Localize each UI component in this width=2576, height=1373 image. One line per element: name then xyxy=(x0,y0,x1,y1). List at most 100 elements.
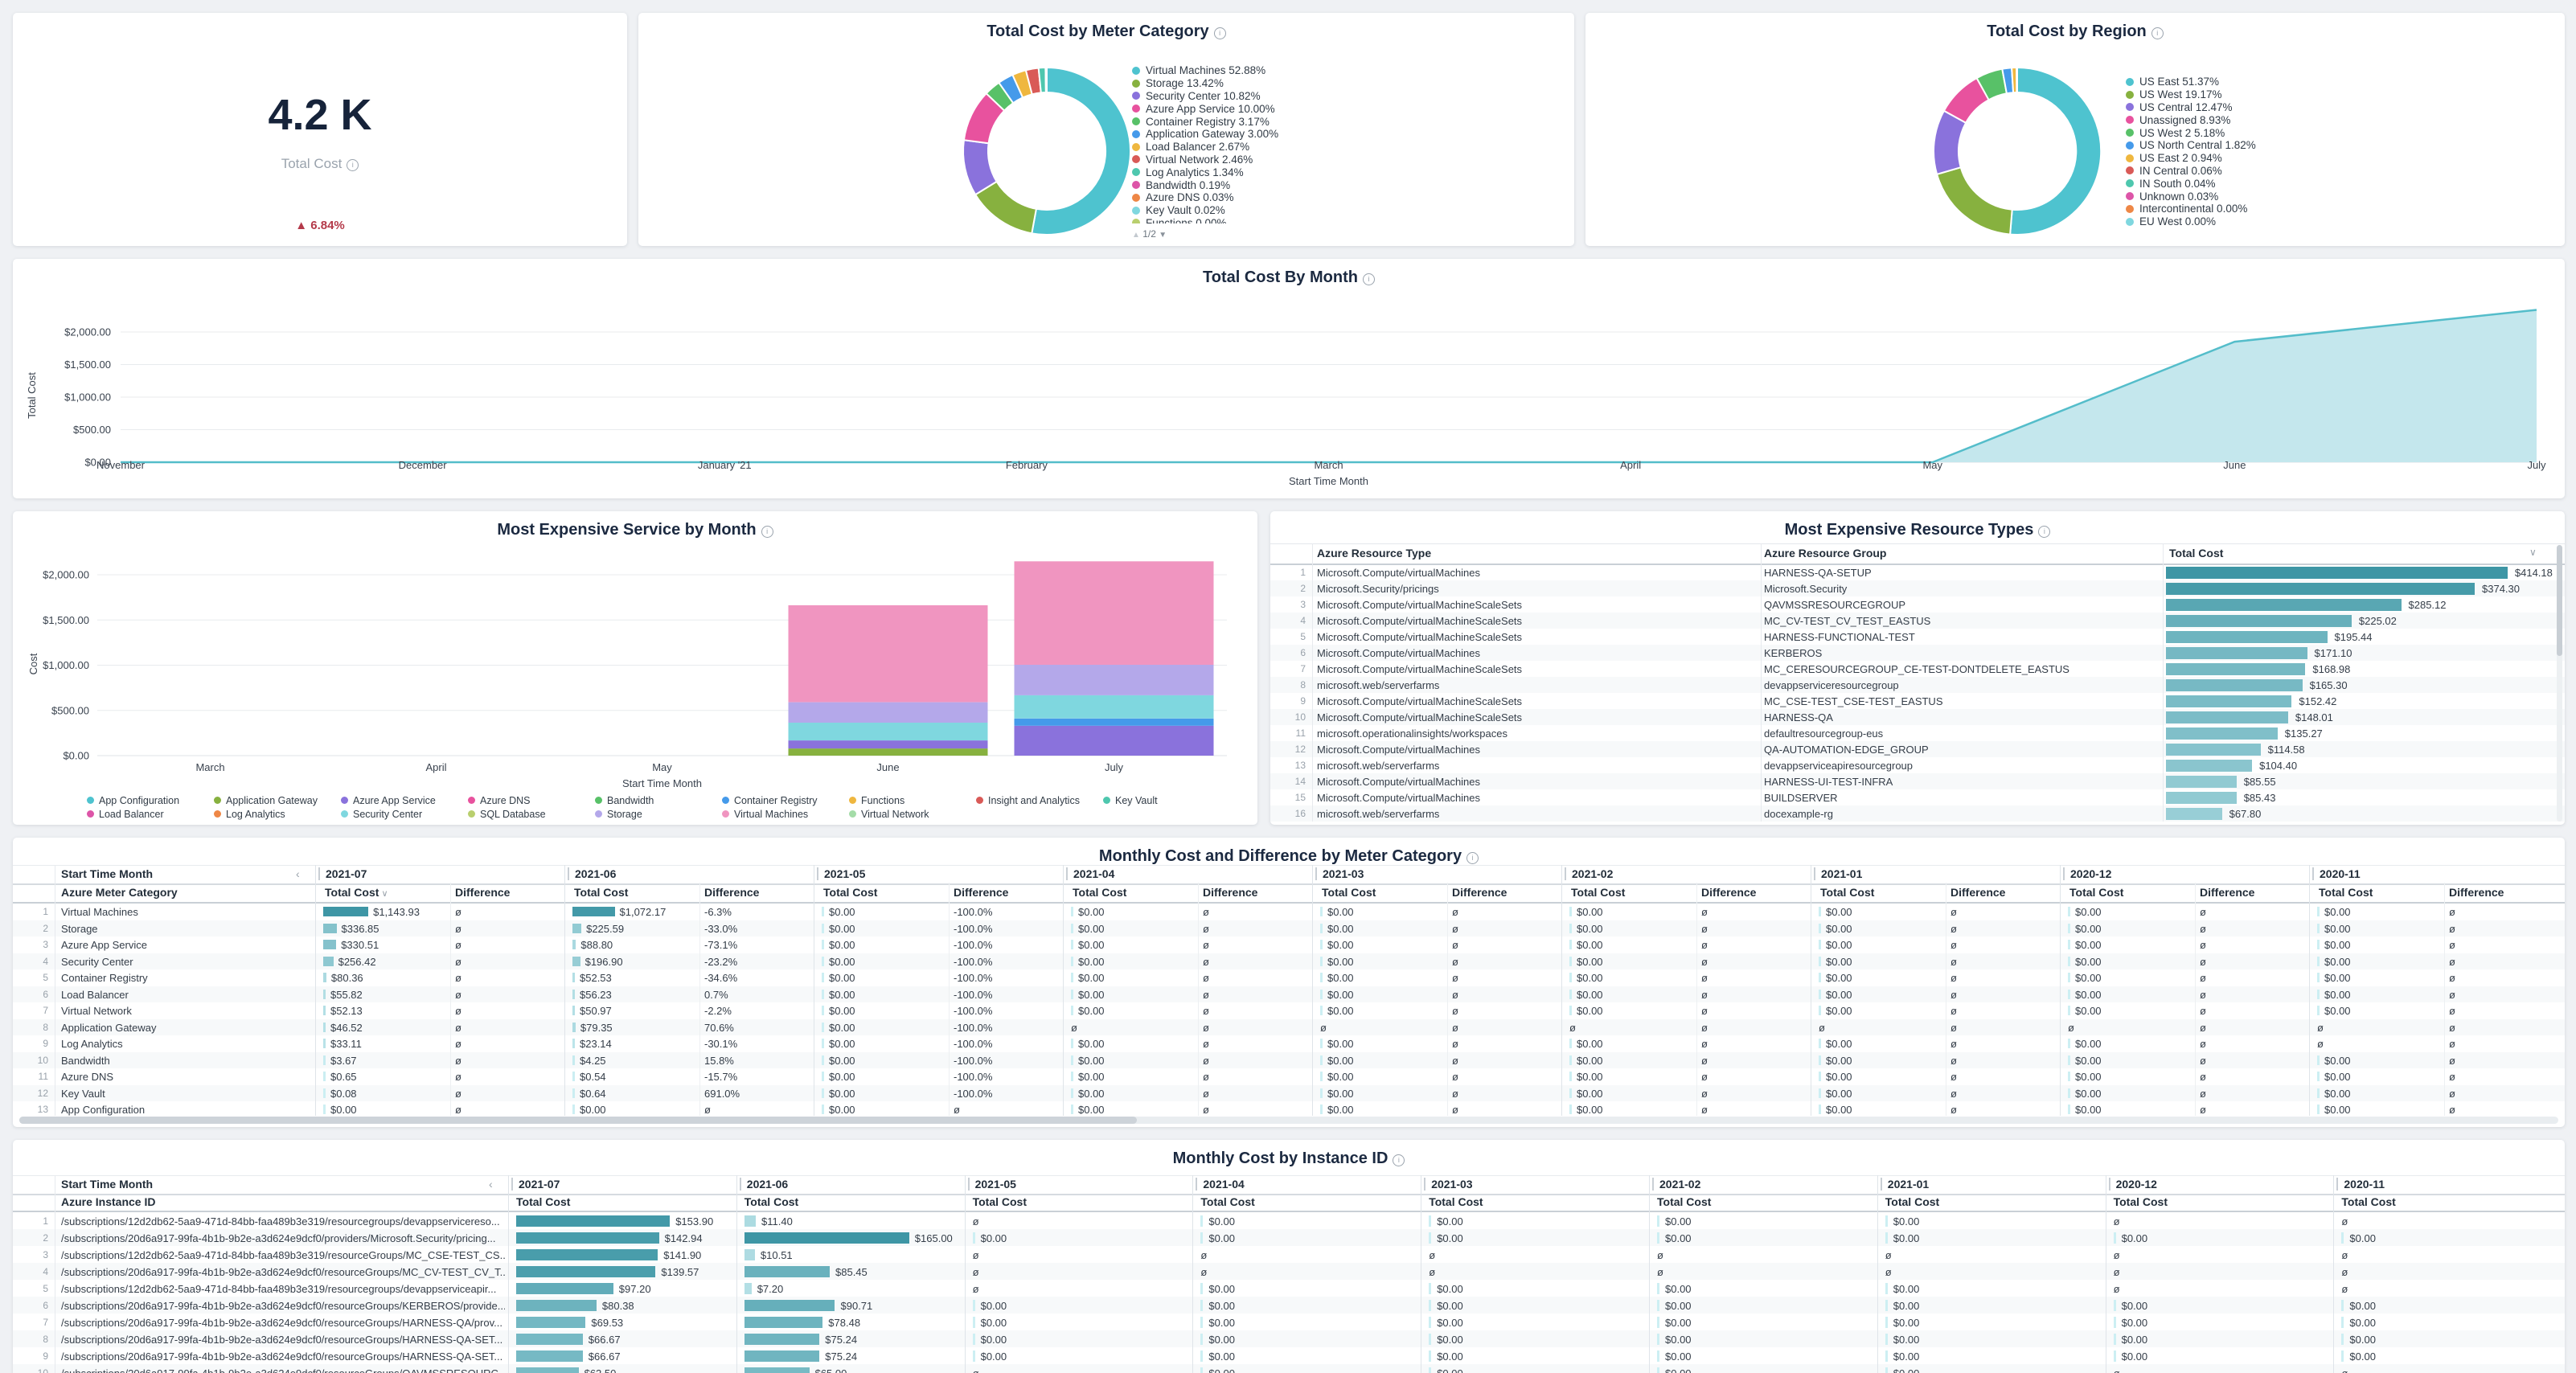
month-header[interactable]: 2021-05 xyxy=(817,867,865,880)
table-row[interactable]: 2Microsoft.Security/pricingsMicrosoft.Se… xyxy=(1270,580,2565,596)
legend-item[interactable]: IN Central 0.06% xyxy=(2126,165,2222,178)
legend-item[interactable]: US West 19.17% xyxy=(2126,88,2222,101)
legend-item[interactable]: Unassigned 8.93% xyxy=(2126,113,2230,126)
table-row[interactable]: 1Virtual Machines$1,143.93ø$1,072.17-6.3… xyxy=(13,904,2565,920)
page-down-icon[interactable]: ▼ xyxy=(1159,231,1167,240)
total-cost-header[interactable]: Total Cost xyxy=(2319,886,2373,899)
legend-item[interactable]: Container Registry 3.17% xyxy=(1132,115,1270,128)
table-row[interactable]: 10Microsoft.Compute/virtualMachineScaleS… xyxy=(1270,709,2565,725)
bar-segment-application-gateway[interactable] xyxy=(789,748,988,756)
bar-segment-security-center[interactable] xyxy=(1015,695,1214,719)
legend-item[interactable]: Azure App Service xyxy=(341,794,436,806)
legend-item[interactable]: EU West 0.00% xyxy=(2126,215,2216,228)
table-row[interactable]: 3/subscriptions/12d2db62-5aa9-471d-84bb-… xyxy=(13,1246,2565,1263)
donut-slice-us-east[interactable] xyxy=(2010,68,2101,235)
legend-item[interactable]: Bandwidth 0.19% xyxy=(1132,178,1230,191)
first-column-header[interactable]: Start Time Month xyxy=(61,1178,153,1191)
legend-item[interactable]: Load Balancer 2.67% xyxy=(1132,141,1249,154)
table-row[interactable]: 11microsoft.operationalinsights/workspac… xyxy=(1270,725,2565,741)
month-header[interactable]: 2021-01 xyxy=(1881,1178,1929,1191)
bar-segment-storage[interactable] xyxy=(1015,665,1214,695)
table-row[interactable]: 11Azure DNS$0.65ø$0.54-15.7%$0.00-100.0%… xyxy=(13,1068,2565,1085)
table-row[interactable]: 9/subscriptions/20d6a917-99fa-4b1b-9b2e-… xyxy=(13,1347,2565,1364)
total-cost-header[interactable]: Total Cost ∨ xyxy=(325,886,388,899)
legend-item[interactable]: US West 2 5.18% xyxy=(2126,126,2225,139)
legend-item[interactable]: Functions 0.00% xyxy=(1132,217,1227,223)
legend-item[interactable]: Virtual Network xyxy=(849,808,929,820)
difference-header[interactable]: Difference xyxy=(1452,886,1507,899)
column-header[interactable]: Azure Resource Group xyxy=(1764,547,1886,559)
bar-segment-azure-app-service[interactable] xyxy=(789,740,988,748)
legend-item[interactable]: Unknown 0.03% xyxy=(2126,190,2218,203)
bar-segment-container-registry[interactable] xyxy=(1015,719,1214,726)
info-icon[interactable]: i xyxy=(347,159,359,171)
table-row[interactable]: 16microsoft.web/serverfarmsdocexample-rg… xyxy=(1270,805,2565,822)
collapse-left-icon[interactable]: ‹ xyxy=(296,867,300,880)
legend-item[interactable]: Key Vault xyxy=(1103,794,1158,806)
bar-segment-azure-app-service[interactable] xyxy=(1015,726,1214,756)
legend-item[interactable]: US Central 12.47% xyxy=(2126,101,2233,114)
legend-item[interactable]: Load Balancer xyxy=(87,808,164,820)
month-header[interactable]: 2020-11 xyxy=(2336,1178,2385,1191)
table-row[interactable]: 13microsoft.web/serverfarmsdevappservice… xyxy=(1270,757,2565,773)
row-header[interactable]: Azure Meter Category xyxy=(61,886,178,899)
table-row[interactable]: 13App Configuration$0.00ø$0.00ø$0.00ø$0.… xyxy=(13,1101,2565,1117)
table-row[interactable]: 12Microsoft.Compute/virtualMachinesQA-AU… xyxy=(1270,741,2565,757)
table-row[interactable]: 7/subscriptions/20d6a917-99fa-4b1b-9b2e-… xyxy=(13,1314,2565,1330)
table-row[interactable]: 6/subscriptions/20d6a917-99fa-4b1b-9b2e-… xyxy=(13,1297,2565,1314)
difference-header[interactable]: Difference xyxy=(1203,886,1257,899)
legend-item[interactable]: Azure App Service 10.00% xyxy=(1132,102,1275,115)
legend-item[interactable]: Security Center xyxy=(341,808,422,820)
table-row[interactable]: 14Microsoft.Compute/virtualMachinesHARNE… xyxy=(1270,773,2565,789)
legend-item[interactable]: Insight and Analytics xyxy=(976,794,1080,806)
table-row[interactable]: 6Microsoft.Compute/virtualMachinesKERBER… xyxy=(1270,645,2565,661)
table-row[interactable]: 10Bandwidth$3.67ø$4.2515.8%$0.00-100.0%$… xyxy=(13,1052,2565,1069)
table-row[interactable]: 9Microsoft.Compute/virtualMachineScaleSe… xyxy=(1270,693,2565,709)
table-row[interactable]: 15Microsoft.Compute/virtualMachinesBUILD… xyxy=(1270,789,2565,805)
table-row[interactable]: 9Log Analytics$33.11ø$23.14-30.1%$0.00-1… xyxy=(13,1035,2565,1052)
total-cost-header[interactable]: Total Cost xyxy=(2114,1195,2168,1208)
collapse-left-icon[interactable]: ‹ xyxy=(489,1178,493,1191)
month-header[interactable]: 2020-12 xyxy=(2063,867,2111,880)
legend-item[interactable]: Azure DNS 0.03% xyxy=(1132,191,1234,204)
total-cost-header[interactable]: Total Cost xyxy=(1429,1195,1483,1208)
month-header[interactable]: 2021-01 xyxy=(1814,867,1862,880)
month-header[interactable]: 2021-07 xyxy=(511,1178,560,1191)
page-up-icon[interactable]: ▲ xyxy=(1132,231,1140,240)
total-cost-header[interactable]: Total Cost xyxy=(2069,886,2123,899)
difference-header[interactable]: Difference xyxy=(2200,886,2254,899)
legend-item[interactable]: Application Gateway xyxy=(214,794,318,806)
month-header[interactable]: 2021-02 xyxy=(1652,1178,1700,1191)
bar-segment-virtual-machines[interactable] xyxy=(1015,561,1214,665)
month-header[interactable]: 2021-02 xyxy=(1565,867,1613,880)
month-header[interactable]: 2021-07 xyxy=(318,867,367,880)
difference-header[interactable]: Difference xyxy=(2449,886,2504,899)
legend-item[interactable]: US North Central 1.82% xyxy=(2126,139,2256,152)
legend-item[interactable]: Security Center 10.82% xyxy=(1132,90,1261,103)
legend-item[interactable]: US East 2 0.94% xyxy=(2126,152,2222,165)
legend-item[interactable]: Azure DNS xyxy=(468,794,531,806)
month-header[interactable]: 2020-12 xyxy=(2109,1178,2157,1191)
table-row[interactable]: 4Security Center$256.42ø$196.90-23.2%$0.… xyxy=(13,953,2565,970)
table-row[interactable]: 4/subscriptions/20d6a917-99fa-4b1b-9b2e-… xyxy=(13,1263,2565,1280)
donut-slice-us-west[interactable] xyxy=(1937,167,2012,234)
legend-item[interactable]: Virtual Machines 52.88% xyxy=(1132,64,1265,77)
table-row[interactable]: 1Microsoft.Compute/virtualMachinesHARNES… xyxy=(1270,564,2565,580)
sort-chevron-icon[interactable]: ∨ xyxy=(2529,547,2537,558)
legend-item[interactable]: Log Analytics 1.34% xyxy=(1132,166,1244,178)
horizontal-scrollbar[interactable] xyxy=(19,1117,2558,1124)
bar-segment-virtual-machines[interactable] xyxy=(789,605,988,703)
column-header[interactable]: Azure Resource Type xyxy=(1317,547,1431,559)
table-row[interactable]: 2Storage$336.85ø$225.59-33.0%$0.00-100.0… xyxy=(13,920,2565,937)
month-header[interactable]: 2021-03 xyxy=(1424,1178,1472,1191)
table-row[interactable]: 8Application Gateway$46.52ø$79.3570.6%$0… xyxy=(13,1019,2565,1036)
table-row[interactable]: 7Virtual Network$52.13ø$50.97-2.2%$0.00-… xyxy=(13,1002,2565,1019)
bar-segment-security-center[interactable] xyxy=(789,723,988,740)
first-column-header[interactable]: Start Time Month xyxy=(61,867,153,880)
table-row[interactable]: 8microsoft.web/serverfarmsdevappservicer… xyxy=(1270,677,2565,693)
legend-item[interactable]: Virtual Network 2.46% xyxy=(1132,154,1253,166)
month-header[interactable]: 2021-05 xyxy=(968,1178,1016,1191)
legend-item[interactable]: Container Registry xyxy=(722,794,818,806)
legend-item[interactable]: Virtual Machines xyxy=(722,808,808,820)
legend-item[interactable]: Functions xyxy=(849,794,904,806)
